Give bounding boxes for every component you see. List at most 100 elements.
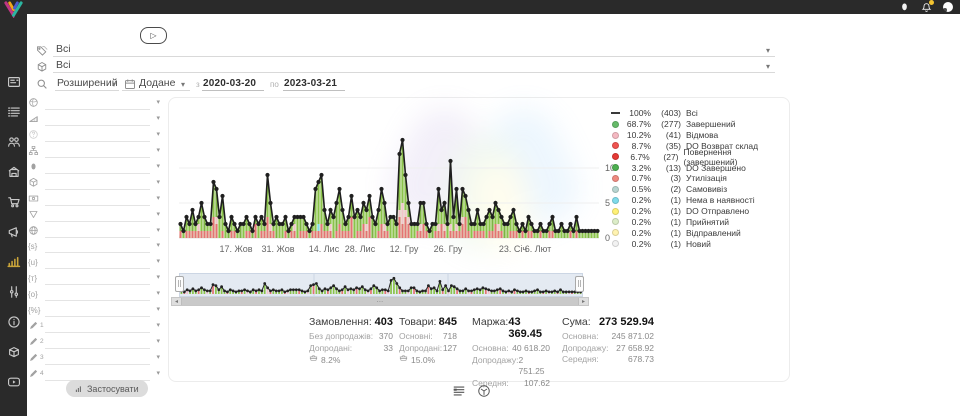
scrollbar-thumb[interactable]: ⋯ [181, 298, 579, 305]
apply-filters-button[interactable]: Застосувати [66, 380, 148, 397]
sidebar-item-orders-list[interactable] [0, 99, 27, 129]
status-filter-caret[interactable]: ▾ [766, 47, 770, 55]
filter-caret[interactable]: ▾ [150, 258, 160, 267]
filter-caret[interactable]: ▾ [150, 306, 160, 315]
filter-select-9[interactable] [45, 225, 150, 238]
user-icon[interactable] [898, 1, 910, 13]
legend-item[interactable]: 0.5%(2)Самовивіз [611, 184, 783, 195]
filter-row-12[interactable]: {т}▾ [28, 271, 160, 287]
legend-item[interactable]: 0.2%(1)DO Отправлено [611, 206, 783, 217]
filter-row-16[interactable]: 2▾ [28, 334, 160, 350]
filter-caret[interactable]: ▾ [150, 242, 160, 251]
filter-row-8[interactable]: ▾ [28, 207, 160, 223]
search-icon[interactable] [36, 77, 48, 95]
filter-caret[interactable]: ▾ [150, 370, 160, 379]
scrollbar-right-arrow[interactable]: ▸ [579, 298, 588, 305]
filter-select-11[interactable] [45, 256, 150, 269]
filter-caret[interactable]: ▾ [150, 354, 160, 363]
bell-icon[interactable] [920, 1, 932, 13]
filter-caret[interactable]: ▾ [150, 147, 160, 156]
filter-select-1[interactable] [45, 97, 150, 110]
sidebar-item-megaphone[interactable] [0, 219, 27, 249]
sidebar-item-users[interactable] [0, 129, 27, 159]
filter-select-3[interactable] [45, 129, 150, 142]
filter-row-3[interactable]: ▾ [28, 128, 160, 144]
filter-select-16[interactable] [45, 336, 150, 349]
filter-select-18[interactable] [45, 368, 150, 381]
filter-row-15[interactable]: 1▾ [28, 318, 160, 334]
filter-row-2[interactable]: ▾ [28, 112, 160, 128]
sidebar-item-returns[interactable] [0, 339, 27, 369]
filter-select-15[interactable] [45, 320, 150, 333]
filter-caret[interactable]: ▾ [150, 227, 160, 236]
filter-caret[interactable]: ▾ [150, 290, 160, 299]
filter-select-14[interactable] [45, 304, 150, 317]
filter-row-1[interactable]: ▾ [28, 96, 160, 112]
date-to-input[interactable]: 2023-03-21 [284, 78, 337, 89]
product-filter-caret[interactable]: ▾ [766, 63, 770, 71]
filter-caret[interactable]: ▾ [150, 274, 160, 283]
filter-select-17[interactable] [45, 352, 150, 365]
filter-row-4[interactable]: ▾ [28, 144, 160, 160]
filter-caret[interactable]: ▾ [150, 211, 160, 220]
filter-caret[interactable]: ▾ [150, 322, 160, 331]
date-field-caret[interactable]: ▾ [181, 81, 185, 89]
list-view-icon[interactable] [452, 384, 466, 398]
filter-select-13[interactable] [45, 288, 150, 301]
legend-item[interactable]: 0.2%(1)Новий [611, 238, 783, 249]
filter-caret[interactable]: ▾ [150, 163, 160, 172]
filter-select-6[interactable] [45, 177, 150, 190]
navigator-right-handle[interactable] [575, 276, 584, 292]
legend-item[interactable]: 10.2%(41)Відмова [611, 130, 783, 141]
search-mode-select[interactable]: Розширений [57, 77, 118, 89]
filter-caret[interactable]: ▾ [150, 131, 160, 140]
chart-navigator[interactable] [179, 273, 583, 297]
video-tutorial-badge[interactable]: ▷ [140, 27, 167, 44]
legend-item[interactable]: 0.7%(3)Утилізація [611, 173, 783, 184]
app-logo[interactable] [4, 1, 23, 18]
status-filter-value[interactable]: Всі [56, 43, 71, 55]
filter-row-5[interactable]: ▾ [28, 160, 160, 176]
avatar[interactable] [942, 1, 954, 13]
filter-select-12[interactable] [45, 272, 150, 285]
sidebar-item-store[interactable] [0, 159, 27, 189]
filter-row-9[interactable]: ▾ [28, 223, 160, 239]
legend-item[interactable]: 6.7%(27)Повернення (завершений) [611, 151, 783, 162]
sidebar-item-sliders[interactable] [0, 279, 27, 309]
legend-item[interactable]: 0.2%(1)Прийнятий [611, 216, 783, 227]
filter-select-2[interactable] [45, 113, 150, 126]
calendar-icon[interactable] [124, 77, 136, 95]
filter-row-6[interactable]: ▾ [28, 175, 160, 191]
product-filter-value[interactable]: Всі [56, 59, 71, 71]
legend-item[interactable]: 68.7%(277)Завершений [611, 119, 783, 130]
filter-row-13[interactable]: {о}▾ [28, 287, 160, 303]
filter-row-10[interactable]: {s}▾ [28, 239, 160, 255]
chart-scrollbar[interactable]: ◂ ⋯ ▸ [171, 297, 589, 306]
filter-select-5[interactable] [45, 161, 150, 174]
sidebar-item-analytics[interactable] [0, 249, 27, 279]
filter-select-4[interactable] [45, 145, 150, 158]
date-from-input[interactable]: 2020-03-20 [203, 78, 256, 89]
filter-caret[interactable]: ▾ [150, 338, 160, 347]
sidebar-item-dashboard[interactable] [0, 69, 27, 99]
filter-row-14[interactable]: {%}▾ [28, 303, 160, 319]
filter-caret[interactable]: ▾ [150, 99, 160, 108]
sidebar-item-info[interactable] [0, 309, 27, 339]
filter-caret[interactable]: ▾ [150, 195, 160, 204]
filter-select-7[interactable] [45, 193, 150, 206]
date-field-select[interactable]: Додане [139, 77, 175, 89]
sidebar-item-video[interactable] [0, 369, 27, 399]
package-view-icon[interactable] [477, 384, 491, 398]
legend-item[interactable]: 100%(403)Всі [611, 108, 783, 119]
sidebar-item-purchases[interactable] [0, 189, 27, 219]
filter-row-7[interactable]: ▾ [28, 191, 160, 207]
filter-select-8[interactable] [45, 209, 150, 222]
filter-select-10[interactable] [45, 240, 150, 253]
navigator-left-handle[interactable] [175, 276, 184, 292]
scrollbar-left-arrow[interactable]: ◂ [172, 298, 181, 305]
filter-row-11[interactable]: {u}▾ [28, 255, 160, 271]
filter-caret[interactable]: ▾ [150, 115, 160, 124]
filter-row-17[interactable]: 3▾ [28, 350, 160, 366]
search-mode-caret[interactable]: ▾ [112, 81, 116, 89]
filter-caret[interactable]: ▾ [150, 179, 160, 188]
